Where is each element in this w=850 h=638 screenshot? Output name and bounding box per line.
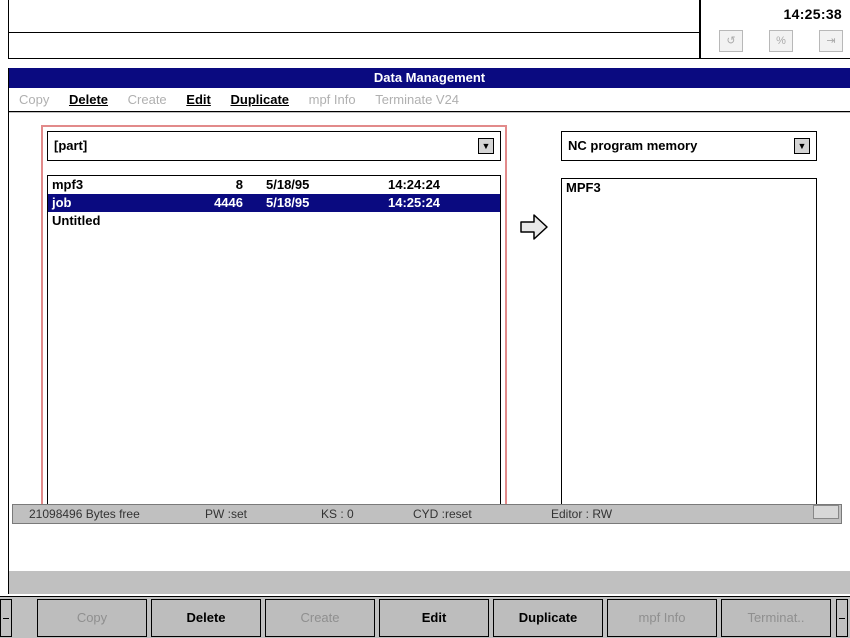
- softkey-edit[interactable]: Edit: [379, 599, 489, 637]
- menu-create[interactable]: Create: [128, 88, 167, 112]
- softkey-duplicate[interactable]: Duplicate: [493, 599, 603, 637]
- target-file-list[interactable]: MPF3: [561, 178, 817, 520]
- status-cyd: CYD :reset: [413, 507, 472, 521]
- menu-copy[interactable]: Copy: [19, 88, 49, 112]
- file-name: job: [52, 195, 72, 210]
- file-name: mpf3: [52, 177, 84, 192]
- header-field-bottom: [8, 33, 700, 59]
- status-bar: 21098496 Bytes free PW :set KS : 0 CYD :…: [12, 504, 842, 524]
- menu-duplicate-label: Duplicate: [230, 92, 289, 107]
- menu-duplicate[interactable]: Duplicate: [230, 88, 289, 112]
- percent-icon[interactable]: %: [769, 30, 793, 52]
- source-panel-frame: [part] ▼ mpf3 8 5/18/95 14:24:24 job 444…: [41, 125, 507, 520]
- softkey-create[interactable]: Create: [265, 599, 375, 637]
- softkey-mpf-info[interactable]: mpf Info: [607, 599, 717, 637]
- file-name: Untitled: [52, 213, 101, 228]
- exit-icon[interactable]: ⇥: [819, 30, 843, 52]
- file-time: 14:24:24: [388, 177, 441, 192]
- status-ks: KS : 0: [321, 507, 354, 521]
- status-editor: Editor : RW: [551, 507, 613, 521]
- dropdown-arrow-icon[interactable]: ▼: [794, 138, 810, 154]
- file-row-job[interactable]: job 4446 5/18/95 14:25:24: [48, 194, 500, 212]
- softkey-left-edge: [0, 599, 12, 637]
- menu-bar: Copy Delete Create Edit Duplicate mpf In…: [9, 88, 850, 112]
- enter-icon[interactable]: ↺: [719, 30, 743, 52]
- source-dropdown[interactable]: [part] ▼: [47, 131, 501, 161]
- file-date: 5/18/95: [266, 177, 310, 192]
- target-item-mpf3[interactable]: MPF3: [562, 179, 816, 197]
- menu-edit-label: Edit: [186, 92, 211, 107]
- file-row-untitled[interactable]: Untitled: [48, 212, 500, 230]
- target-dropdown[interactable]: NC program memory ▼: [561, 131, 817, 161]
- header-field-top: [8, 0, 700, 33]
- softkey-copy[interactable]: Copy: [37, 599, 147, 637]
- menu-delete-label: Delete: [68, 92, 109, 107]
- window-title: Data Management: [9, 68, 850, 88]
- softkey-terminate[interactable]: Terminat..: [721, 599, 831, 637]
- file-size: 4446: [214, 195, 243, 210]
- target-dropdown-value: NC program memory: [568, 138, 698, 153]
- status-pw: PW :set: [205, 507, 248, 521]
- source-file-list[interactable]: mpf3 8 5/18/95 14:24:24 job 4446 5/18/95…: [47, 175, 501, 512]
- dropdown-arrow-icon[interactable]: ▼: [478, 138, 494, 154]
- menu-edit[interactable]: Edit: [186, 88, 211, 112]
- transfer-arrow-icon[interactable]: [519, 212, 549, 242]
- client-area: [part] ▼ mpf3 8 5/18/95 14:24:24 job 444…: [9, 113, 850, 571]
- status-indicator: [813, 505, 839, 519]
- menu-mpf-info[interactable]: mpf Info: [309, 88, 356, 112]
- status-bytes-free: 21098496 Bytes free: [29, 507, 140, 521]
- menu-terminate-v24[interactable]: Terminate V24: [375, 88, 459, 112]
- softkey-delete[interactable]: Delete: [151, 599, 261, 637]
- softkey-bar: Copy Delete Create Edit Duplicate mpf In…: [0, 596, 850, 638]
- file-time: 14:25:24: [388, 195, 441, 210]
- file-date: 5/18/95: [266, 195, 310, 210]
- clock: 14:25:38: [783, 6, 842, 22]
- source-dropdown-value: [part]: [54, 138, 88, 153]
- softkey-right-edge: [836, 599, 848, 637]
- header-clock-panel: 14:25:38 ↺ % ⇥: [700, 0, 850, 59]
- file-row-mpf3[interactable]: mpf3 8 5/18/95 14:24:24: [48, 176, 500, 194]
- file-size: 8: [235, 177, 243, 192]
- target-item-name: MPF3: [566, 180, 601, 195]
- menu-delete[interactable]: Delete: [69, 88, 108, 112]
